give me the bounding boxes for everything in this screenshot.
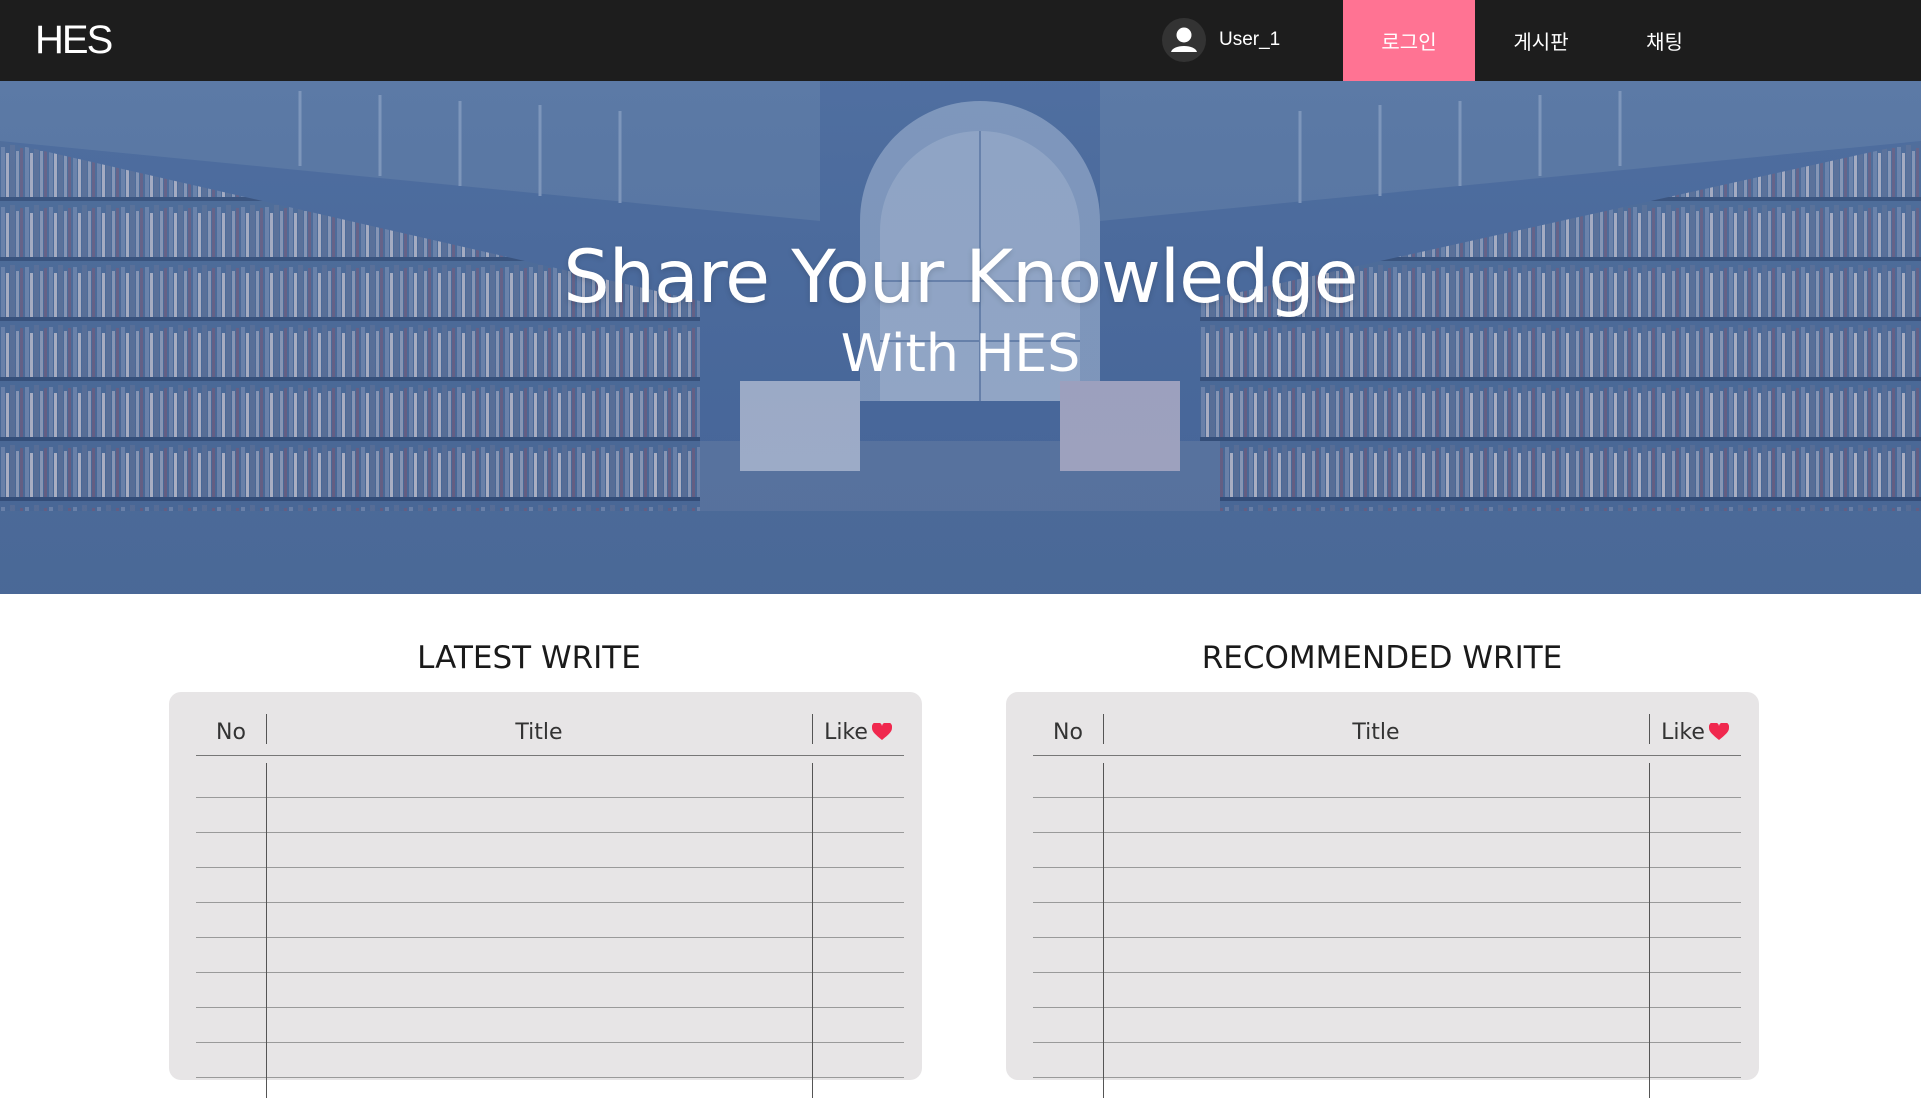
- board-nav-link[interactable]: 게시판: [1475, 0, 1607, 81]
- column-header-no[interactable]: No: [1033, 709, 1103, 755]
- table-row[interactable]: [196, 1008, 904, 1043]
- chat-nav-link[interactable]: 채팅: [1607, 0, 1722, 81]
- table-header-row: No Title Like: [196, 709, 904, 756]
- column-header-title[interactable]: Title: [1103, 709, 1649, 755]
- latest-write-table: No Title Like: [169, 692, 922, 1098]
- column-divider: [266, 763, 267, 1098]
- table-row[interactable]: [196, 798, 904, 833]
- table-row[interactable]: [196, 763, 904, 798]
- column-divider: [1103, 763, 1104, 1098]
- table-body: [1033, 756, 1741, 1078]
- recommended-write-heading: RECOMMENDED WRITE: [1201, 640, 1563, 676]
- like-label: Like: [1661, 719, 1705, 745]
- recommended-write-table: No Title Like: [1006, 692, 1759, 1098]
- table-row[interactable]: [196, 833, 904, 868]
- heart-icon: [1708, 723, 1729, 740]
- latest-write-heading: LATEST WRITE: [417, 640, 641, 676]
- table-row[interactable]: [196, 903, 904, 938]
- table-row[interactable]: [196, 973, 904, 1008]
- table-row[interactable]: [1033, 1043, 1741, 1078]
- column-divider: [812, 763, 813, 1098]
- user-profile[interactable]: User_1: [1162, 18, 1280, 62]
- table-row[interactable]: [196, 1043, 904, 1078]
- table-row[interactable]: [1033, 1008, 1741, 1043]
- column-header-no[interactable]: No: [196, 709, 266, 755]
- table-row[interactable]: [1033, 973, 1741, 1008]
- table-row[interactable]: [1033, 938, 1741, 973]
- like-label: Like: [824, 719, 868, 745]
- hero-subtitle: With HES: [840, 324, 1081, 384]
- table-row[interactable]: [1033, 763, 1741, 798]
- column-divider: [1649, 763, 1650, 1098]
- column-header-like[interactable]: Like: [812, 709, 904, 755]
- table-row[interactable]: [196, 868, 904, 903]
- table-row[interactable]: [196, 938, 904, 973]
- heart-icon: [871, 723, 892, 740]
- table-row[interactable]: [1033, 868, 1741, 903]
- user-avatar-icon: [1162, 18, 1206, 62]
- table-row[interactable]: [1033, 833, 1741, 868]
- column-header-like[interactable]: Like: [1649, 709, 1741, 755]
- login-button[interactable]: 로그인: [1343, 0, 1475, 81]
- table-row[interactable]: [1033, 903, 1741, 938]
- table-row[interactable]: [1033, 798, 1741, 833]
- table-header-row: No Title Like: [1033, 709, 1741, 756]
- hes-logo[interactable]: HES: [35, 18, 113, 63]
- table-body: [196, 756, 904, 1078]
- hero-title: Share Your Knowledge: [563, 235, 1358, 320]
- column-header-title[interactable]: Title: [266, 709, 812, 755]
- top-navigation-bar: HES User_1 로그인 게시판 채팅: [0, 0, 1921, 81]
- hero-banner: Share Your Knowledge With HES: [0, 81, 1921, 594]
- user-name-label: User_1: [1219, 29, 1281, 50]
